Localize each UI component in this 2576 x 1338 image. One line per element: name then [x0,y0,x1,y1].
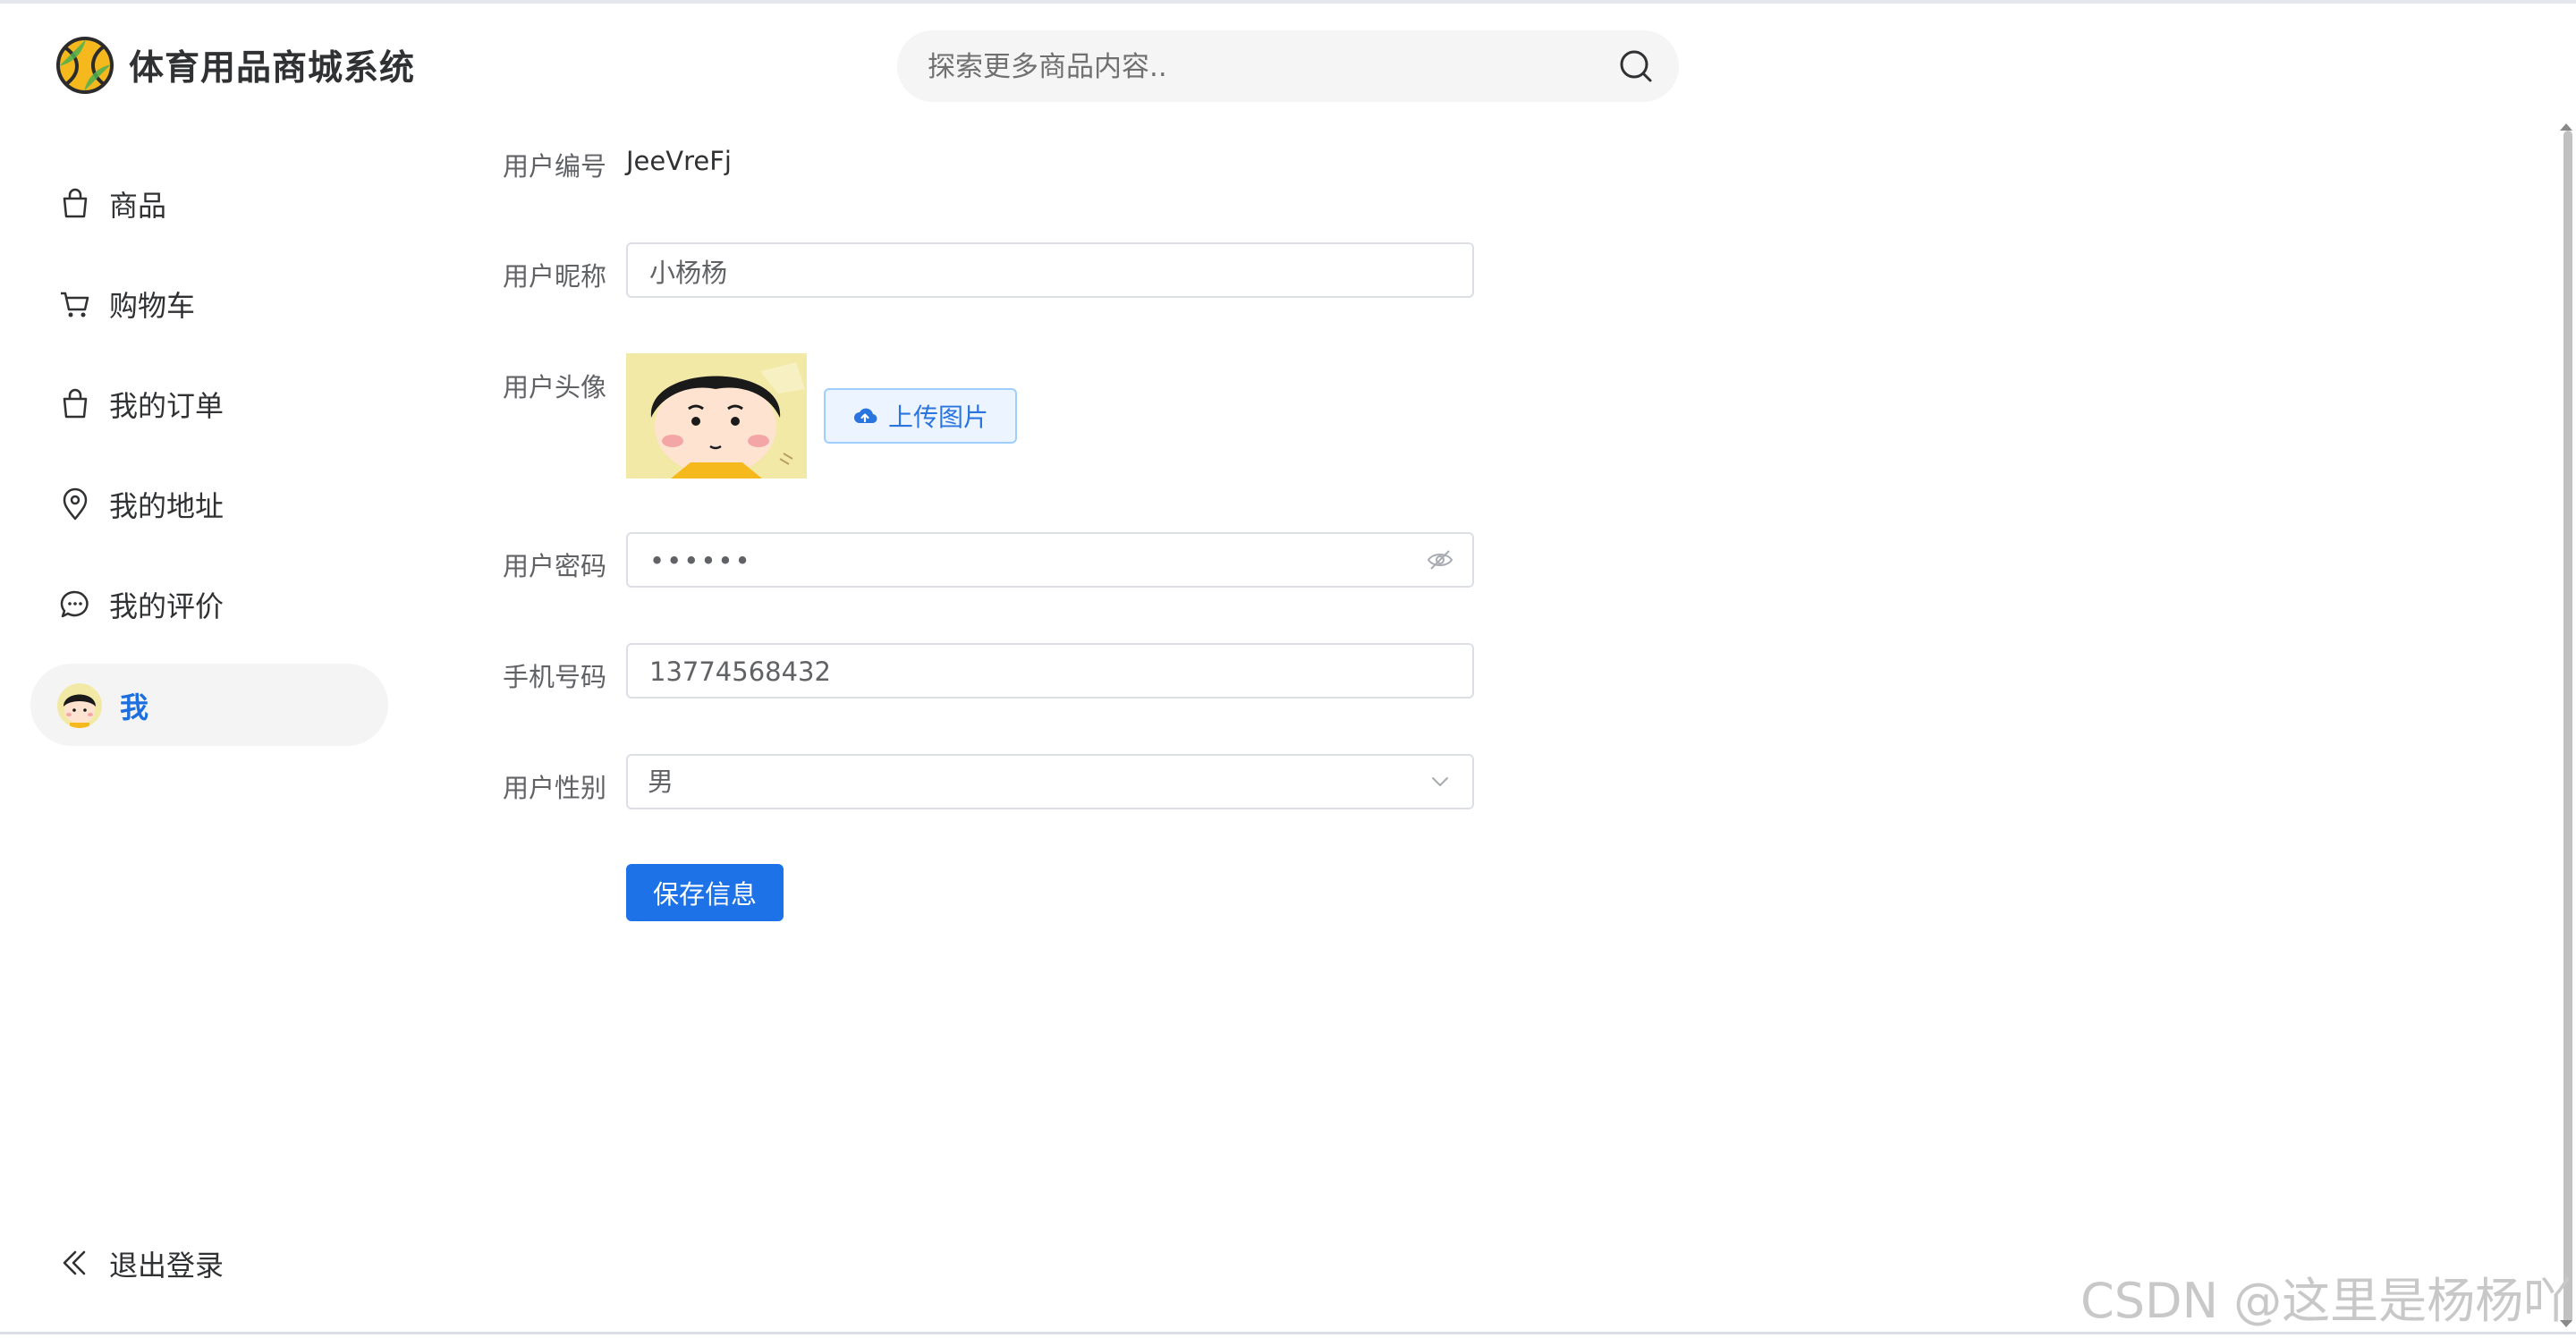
location-pin-icon [57,487,93,522]
gender-selected-value: 男 [648,766,674,797]
nickname-field [626,242,1474,298]
sidebar-item-products[interactable]: 商品 [30,163,388,245]
chevron-down-icon [1426,767,1454,796]
nickname-input[interactable] [648,244,1420,298]
avatar-image [626,353,807,478]
sidebar-item-label: 我的订单 [109,389,225,423]
password-field [626,532,1474,588]
watermark: CSDN @这里是杨杨吖 [2080,1273,2572,1329]
bottom-border [0,1332,2576,1334]
logout-button[interactable]: 退出登录 [30,1222,388,1304]
password-label: 用户密码 [502,551,606,581]
upload-image-button[interactable]: 上传图片 [824,388,1017,444]
logout-label: 退出登录 [109,1249,225,1283]
sidebar-item-label: 商品 [109,189,167,223]
nickname-label: 用户昵称 [502,261,606,292]
app-title: 体育用品商城系统 [129,48,416,89]
app-logo[interactable]: 体育用品商城系统 [55,36,415,95]
hide-password-toggle[interactable] [1426,546,1454,574]
tennis-ball-icon [56,37,114,94]
avatar [57,683,102,728]
password-input[interactable] [648,534,1420,588]
sidebar-item-label: 我的评价 [109,589,225,623]
search-input[interactable] [926,30,1609,104]
sidebar-item-label: 购物车 [109,289,196,323]
search-icon [1620,50,1652,82]
search-button[interactable] [1616,47,1656,86]
double-chevron-left-icon [57,1245,93,1281]
sidebar-item-me[interactable]: 我 [30,664,388,746]
bag-icon [57,186,93,222]
sidebar-item-cart[interactable]: 购物车 [30,263,388,345]
phone-field [626,643,1474,699]
sidebar-item-label: 我的地址 [109,489,225,523]
eye-off-icon [1427,550,1453,570]
gender-select[interactable]: 男 [626,754,1474,809]
save-button[interactable]: 保存信息 [626,864,784,921]
scrollbar-thumb[interactable] [2563,131,2572,1324]
sidebar-item-label: 我 [120,690,149,724]
search-bar [897,30,1679,104]
top-border [0,0,2576,4]
scroll-up-arrow-icon[interactable] [2560,123,2572,131]
avatar-label: 用户头像 [502,372,606,402]
bag-icon [57,386,93,422]
cloud-upload-icon [853,408,877,424]
phone-input[interactable] [648,645,1420,699]
sidebar-item-orders[interactable]: 我的订单 [30,363,388,445]
user-id-value: JeeVreFj [626,146,732,176]
sidebar-item-address[interactable]: 我的地址 [30,463,388,546]
upload-image-label: 上传图片 [887,402,988,432]
user-id-label: 用户编号 [502,151,606,182]
sidebar-item-reviews[interactable]: 我的评价 [30,563,388,646]
chat-bubble-icon [57,587,93,622]
gender-label: 用户性别 [502,773,606,803]
cart-icon [57,286,93,322]
phone-label: 手机号码 [502,662,606,692]
